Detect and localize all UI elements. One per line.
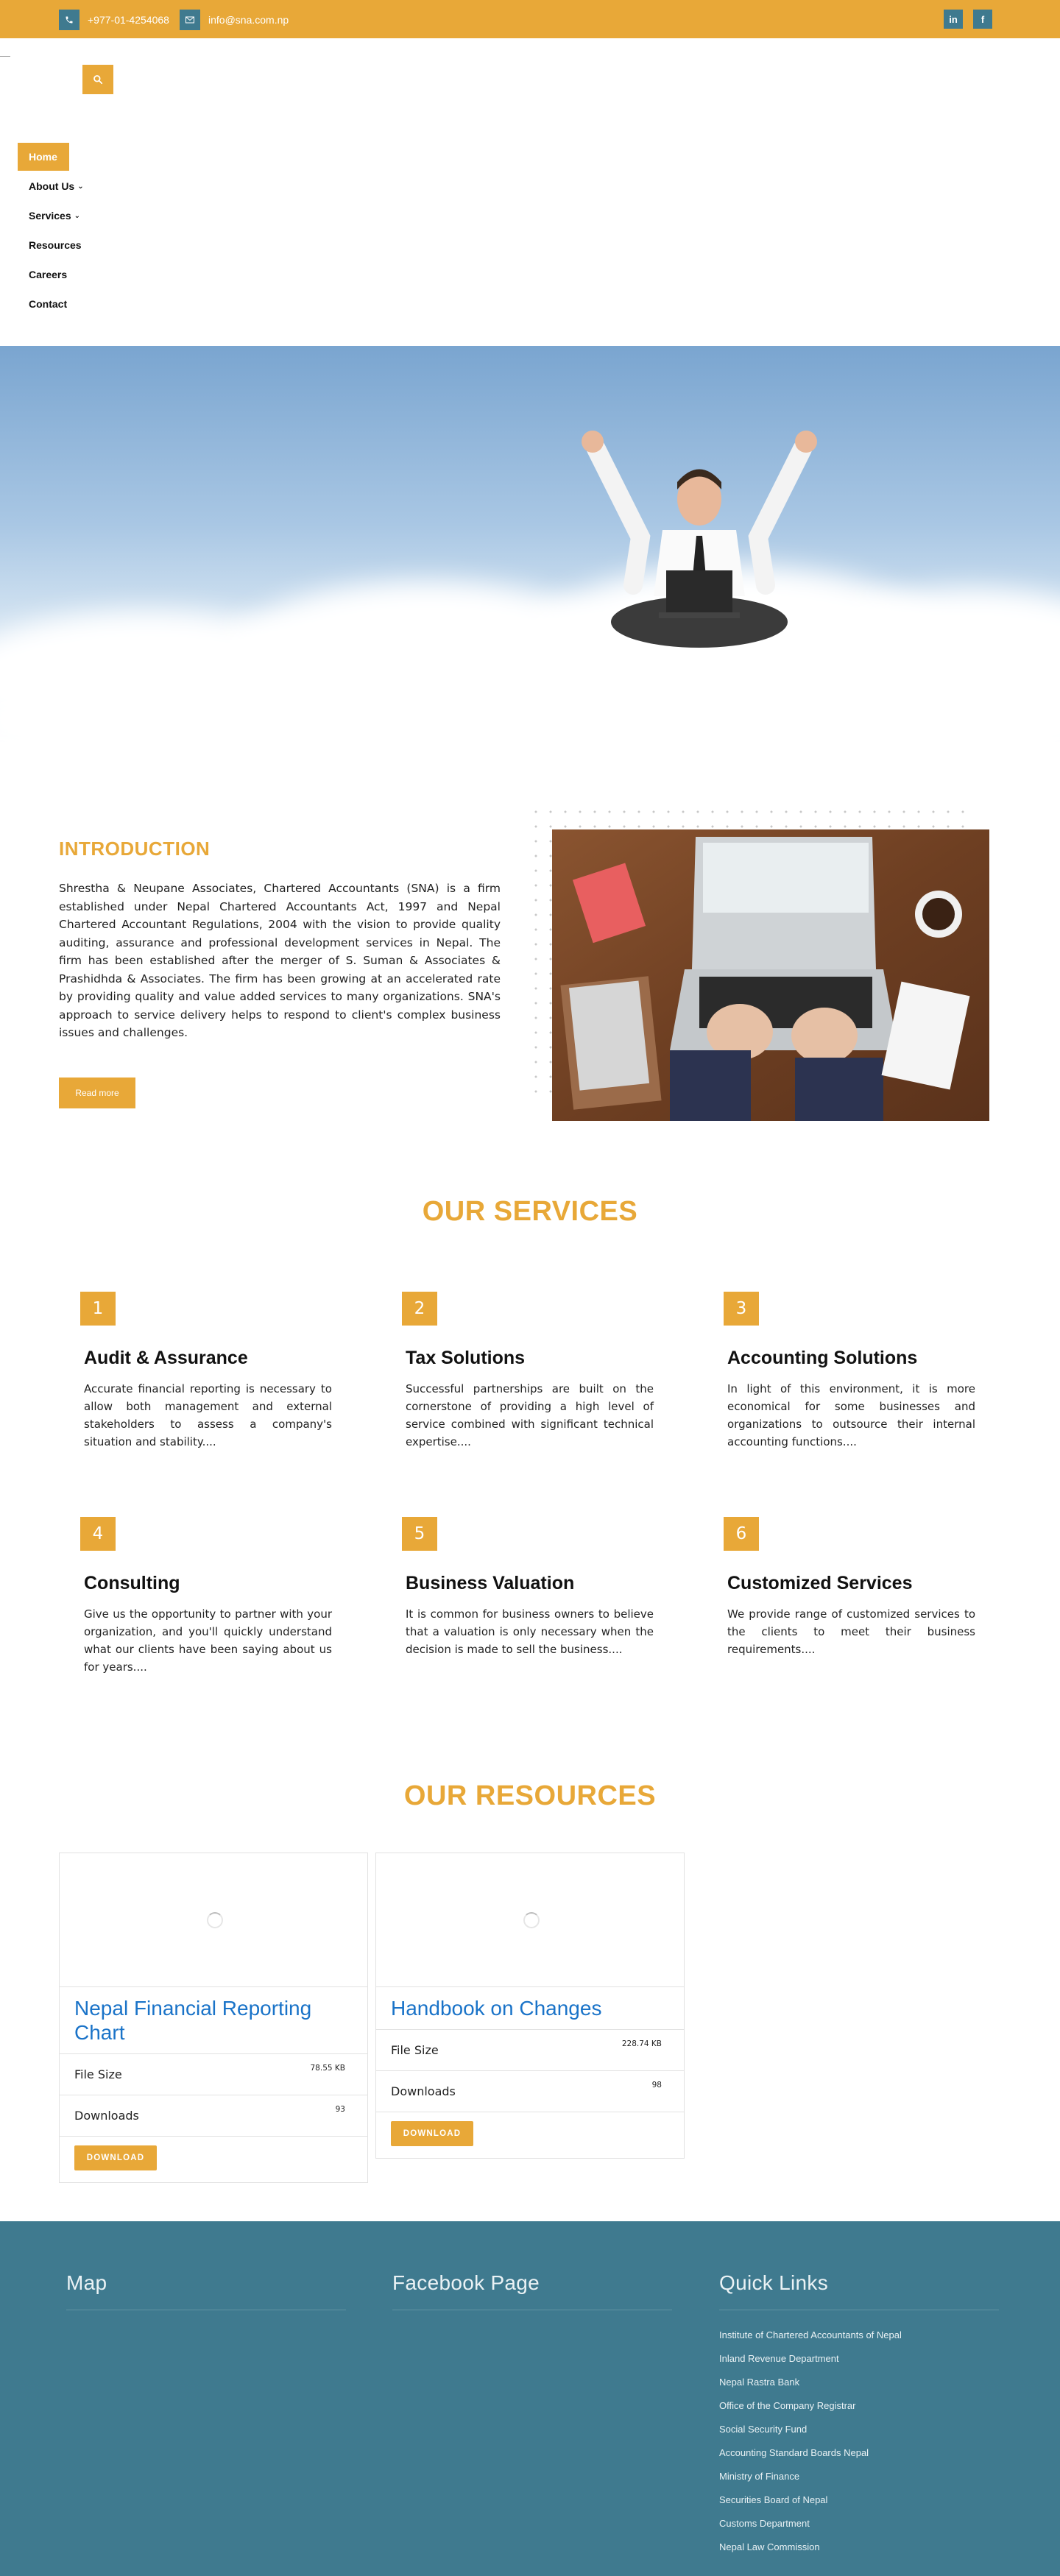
quick-link[interactable]: Office of the Company Registrar — [719, 2400, 855, 2411]
footer-links-title: Quick Links — [719, 2271, 829, 2294]
resource-title[interactable]: Nepal Financial Reporting Chart — [60, 1987, 367, 2054]
nav-item-about-us[interactable]: About Us ⌄ — [18, 172, 84, 200]
quick-link[interactable]: Institute of Chartered Accountants of Ne… — [719, 2329, 902, 2340]
facebook-icon[interactable]: f — [973, 10, 992, 29]
quick-link[interactable]: Nepal Law Commission — [719, 2541, 820, 2552]
intro-desk-image — [552, 829, 989, 1121]
quick-link[interactable]: Customs Department — [719, 2518, 810, 2529]
resource-card: Nepal Financial Reporting Chart File Siz… — [59, 1853, 368, 2183]
download-area: DOWNLOAD — [60, 2137, 367, 2182]
service-number: 1 — [80, 1292, 116, 1326]
service-text: Accurate financial reporting is necessar… — [84, 1382, 332, 1448]
nav-label: About Us — [29, 180, 75, 192]
intro-title: INTRODUCTION — [59, 838, 211, 860]
loading-spinner-icon — [207, 1912, 223, 1928]
resource-card: Handbook on Changes File Size 228.74 KB … — [375, 1853, 685, 2159]
service-number: 2 — [402, 1292, 437, 1326]
footer-facebook-title: Facebook Page — [392, 2271, 540, 2294]
search-button[interactable] — [82, 65, 113, 94]
file-size-label: File Size — [74, 2067, 122, 2081]
quick-link[interactable]: Social Security Fund — [719, 2424, 807, 2435]
file-size-value: 78.55 KB — [310, 2064, 346, 2073]
resource-thumbnail — [60, 1853, 367, 1987]
intro-text: Shrestha & Neupane Associates, Chartered… — [59, 882, 501, 1039]
downloads-row: Downloads 93 — [60, 2095, 367, 2137]
service-number: 3 — [724, 1292, 759, 1326]
nav-label: Home — [29, 151, 57, 163]
service-text: We provide range of customized services … — [727, 1607, 975, 1656]
quick-link[interactable]: Inland Revenue Department — [719, 2353, 839, 2364]
quick-link[interactable]: Accounting Standard Boards Nepal — [719, 2447, 869, 2458]
phone-number: +977-01-4254068 — [88, 14, 169, 26]
search-icon — [93, 75, 103, 85]
quick-link[interactable]: Securities Board of Nepal — [719, 2494, 827, 2505]
nav-item-contact[interactable]: Contact — [18, 290, 67, 318]
downloads-label: Downloads — [391, 2084, 456, 2098]
hero-banner — [0, 346, 1060, 743]
nav-label: Careers — [29, 269, 68, 280]
service-title[interactable]: Consulting — [84, 1573, 180, 1594]
email-contact[interactable]: info@sna.com.np — [180, 10, 289, 30]
read-more-button[interactable]: Read more — [59, 1078, 135, 1108]
file-size-label: File Size — [391, 2043, 439, 2057]
file-size-row: File Size 228.74 KB — [376, 2030, 684, 2071]
service-text: It is common for business owners to beli… — [406, 1607, 654, 1656]
nav-label: Services — [29, 210, 71, 222]
service-number: 4 — [80, 1517, 116, 1551]
nav-item-services[interactable]: Services ⌄ — [18, 202, 80, 230]
downloads-label: Downloads — [74, 2109, 139, 2123]
service-title[interactable]: Tax Solutions — [406, 1348, 525, 1369]
quick-link[interactable]: Nepal Rastra Bank — [719, 2377, 799, 2388]
download-area: DOWNLOAD — [376, 2112, 684, 2158]
file-size-value: 228.74 KB — [621, 2039, 662, 2048]
chevron-down-icon: ⌄ — [74, 211, 80, 220]
service-number: 6 — [724, 1517, 759, 1551]
phone-contact[interactable]: +977-01-4254068 — [59, 10, 169, 30]
service-title[interactable]: Business Valuation — [406, 1573, 574, 1594]
footer: Map Facebook Page Quick Links — [0, 2221, 1060, 2576]
nav-item-resources[interactable]: Resources — [18, 231, 82, 259]
header-divider — [0, 56, 10, 57]
service-text: In light of this environment, it is more… — [727, 1382, 975, 1448]
downloads-value: 93 — [335, 2105, 345, 2114]
phone-icon — [59, 10, 80, 30]
download-button[interactable]: DOWNLOAD — [74, 2145, 157, 2170]
quick-link[interactable]: Ministry of Finance — [719, 2471, 799, 2482]
downloads-row: Downloads 98 — [376, 2071, 684, 2112]
footer-links-column: Quick Links — [719, 2271, 999, 2310]
service-title[interactable]: Customized Services — [727, 1573, 913, 1594]
footer-map-title: Map — [66, 2271, 107, 2294]
resource-thumbnail — [376, 1853, 684, 1987]
top-bar: +977-01-4254068 info@sna.com.np in f — [0, 0, 1060, 38]
service-text: Give us the opportunity to partner with … — [84, 1607, 332, 1674]
footer-map-column: Map — [66, 2271, 346, 2310]
nav-item-careers[interactable]: Careers — [18, 261, 67, 289]
download-button[interactable]: DOWNLOAD — [391, 2121, 473, 2146]
file-size-row: File Size 78.55 KB — [60, 2054, 367, 2095]
page: +977-01-4254068 info@sna.com.np in f Hom… — [0, 0, 1060, 2576]
service-text: Successful partnerships are built on the… — [406, 1382, 654, 1448]
chevron-down-icon: ⌄ — [77, 182, 84, 191]
resources-title: OUR RESOURCES — [403, 1780, 657, 1811]
nav-label: Contact — [29, 298, 68, 310]
services-title: OUR SERVICES — [422, 1196, 638, 1227]
service-number: 5 — [402, 1517, 437, 1551]
nav-label: Resources — [29, 239, 82, 251]
service-title[interactable]: Audit & Assurance — [84, 1348, 248, 1369]
footer-facebook-column: Facebook Page — [392, 2271, 672, 2310]
email-address: info@sna.com.np — [208, 14, 289, 26]
hero-businessman-image — [582, 431, 817, 648]
nav-item-home[interactable]: Home — [18, 143, 69, 171]
loading-spinner-icon — [523, 1912, 540, 1928]
linkedin-icon[interactable]: in — [944, 10, 963, 29]
service-title[interactable]: Accounting Solutions — [727, 1348, 917, 1369]
envelope-icon — [180, 10, 200, 30]
downloads-value: 98 — [651, 2081, 662, 2090]
resource-title[interactable]: Handbook on Changes — [376, 1987, 684, 2030]
